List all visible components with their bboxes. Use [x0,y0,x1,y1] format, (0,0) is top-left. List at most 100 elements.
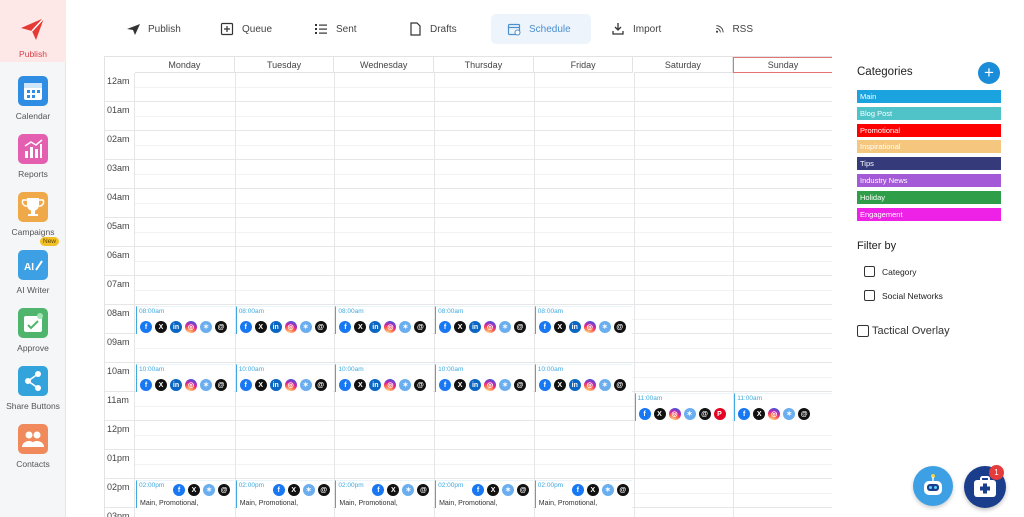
sidebar-item-reports[interactable]: Reports [0,126,66,182]
scheduled-post[interactable]: 02:00pm f X ✶ @ Main, Promotional, [136,480,234,508]
hour-row[interactable]: 02am [105,131,832,160]
x-twitter-icon: X [487,484,500,496]
post-time: 08:00am [537,308,564,315]
day-header-sunday: Sunday [733,57,832,73]
x-twitter-icon: X [254,379,267,391]
linkedin-icon: in [369,379,382,391]
hour-row[interactable]: 01pm [105,450,832,479]
scheduled-post[interactable]: 02:00pm f X ✶ @ Main, Promotional, [235,480,334,508]
tab-schedule[interactable]: Schedule [491,14,591,44]
sidebar-item-approve[interactable]: Approve [0,300,66,356]
sidebar-item-contacts[interactable]: Contacts [0,416,66,472]
chatbot-button[interactable] [913,466,953,506]
linkedin-icon: in [269,379,282,391]
hour-row[interactable]: 06am [105,247,832,276]
x-twitter-icon: X [454,379,467,391]
tactical-overlay-option[interactable]: Tactical Overlay [857,325,950,337]
sidebar-item-publish[interactable]: Publish [0,0,66,62]
hour-row[interactable]: 05am [105,218,832,247]
category-industry-news[interactable]: Industry News [857,173,1001,187]
tactical-overlay-checkbox[interactable] [857,325,869,337]
tab-sent[interactable]: Sent [298,14,388,44]
facebook-icon: f [638,408,651,420]
hour-label: 12pm [107,424,130,434]
share-icon [18,366,48,396]
hour-row[interactable]: 03am [105,160,832,189]
half-hour-line [135,203,832,204]
threads-icon: @ [514,321,527,333]
right-panel: Categories + Main Blog Post Promotional Ins… [857,60,1007,337]
hour-label: 03am [107,163,130,173]
add-category-button[interactable]: + [978,62,1000,84]
category-list: Main Blog Post Promotional Inspirational Tip… [857,90,1001,224]
filter-category-option[interactable]: Category [864,266,917,277]
hour-row[interactable]: 09am [105,334,832,363]
scheduled-post[interactable]: 08:00am f Xin ◎ ✶ @ [136,306,234,334]
hour-row[interactable]: 12pm [105,421,832,450]
scheduled-post[interactable]: 08:00am f Xin ◎ ✶ @ [435,306,533,334]
post-time: 02:00pm [139,482,165,489]
scheduled-post[interactable]: 10:00am f Xin ◎ ✶ @ [534,364,633,392]
category-engagement[interactable]: Engagement [857,207,1001,221]
sidebar-item-label: Contacts [16,459,50,469]
network-icons: f X ✶ @ [472,484,532,496]
tab-publish[interactable]: Publish [110,14,200,44]
network-icons: f Xin ◎ ✶ @ [538,379,629,391]
day-column-divider [334,73,336,517]
tab-queue[interactable]: Queue [204,14,294,44]
facebook-icon: f [538,379,551,391]
threads-icon: @ [215,321,227,333]
tab-drafts[interactable]: Drafts [392,14,487,44]
scheduled-post[interactable]: 02:00pm f X ✶ @ Main, Promotional, [435,480,533,508]
hour-label: 10am [107,366,130,376]
sidebar-item-ai-writer[interactable]: AI AI Writer New [0,237,66,298]
social-networks-checkbox[interactable] [864,290,875,301]
sidebar-item-share-buttons[interactable]: Share Buttons [0,358,66,414]
hour-row[interactable]: 04am [105,189,832,218]
bluesky-icon: ✶ [499,321,512,333]
category-main[interactable]: Main [857,90,1001,103]
scheduled-post[interactable]: 02:00pm f X ✶ @ Main, Promotional, [335,480,434,508]
facebook-icon: f [538,321,551,333]
category-blog-post[interactable]: Blog Post [857,106,1001,120]
x-twitter-icon: X [653,408,666,420]
network-icons: f X ◎ ✶ @ P [638,408,729,420]
tab-import[interactable]: Import [595,14,695,44]
tab-rss[interactable]: RSS [699,14,769,44]
post-time: 10:00am [139,366,165,373]
facebook-icon: f [738,408,751,420]
scheduled-post[interactable]: 11:00am f X ◎ ✶ @ P [634,393,733,421]
scheduled-post[interactable]: 10:00am f Xin ◎ ✶ @ [435,364,533,392]
post-time: 02:00pm [537,482,564,489]
threads-icon: @ [517,484,530,496]
instagram-icon: ◎ [284,379,297,391]
category-promotional[interactable]: Promotional [857,123,1001,137]
network-icons: f Xin ◎ ✶ @ [439,321,529,333]
scheduled-post[interactable]: 10:00am f Xin ◎ ✶ @ [136,364,234,392]
threads-icon: @ [314,321,327,333]
hour-row[interactable]: 12am [105,73,832,102]
category-holiday[interactable]: Holiday [857,190,1001,204]
scheduled-post[interactable]: 08:00am f Xin ◎ ✶ @ [534,306,633,334]
category-tips[interactable]: Tips [857,157,1001,171]
day-column-divider [733,73,735,517]
scheduled-post[interactable]: 10:00am f Xin ◎ ✶ @ [235,364,334,392]
post-time: 11:00am [737,395,763,402]
category-checkbox[interactable] [864,266,875,277]
hour-row[interactable]: 07am [105,276,832,305]
filter-social-networks-option[interactable]: Social Networks [864,290,943,301]
scheduled-post[interactable]: 10:00am f Xin ◎ ✶ @ [335,364,434,392]
threads-icon: @ [218,484,230,496]
scheduled-post[interactable]: 02:00pm f X ✶ @ Main, Promotional, [534,480,633,508]
linkedin-icon: in [568,379,581,391]
hour-row[interactable]: 03pm [105,508,832,517]
category-inspirational[interactable]: Inspirational [857,140,1001,154]
scheduled-post[interactable]: 08:00am f Xin ◎ ✶ @ [235,306,334,334]
scheduled-post[interactable]: 11:00am f X ◎ ✶ @ [734,393,832,421]
sidebar-item-calendar[interactable]: Calendar [0,68,66,124]
scheduled-post[interactable]: 08:00am f Xin ◎ ✶ @ [335,306,434,334]
pinterest-icon: P [713,408,726,420]
sidebar-item-campaigns[interactable]: Campaigns [0,184,66,240]
hour-row[interactable]: 01am [105,102,832,131]
tab-label: Drafts [430,23,457,35]
